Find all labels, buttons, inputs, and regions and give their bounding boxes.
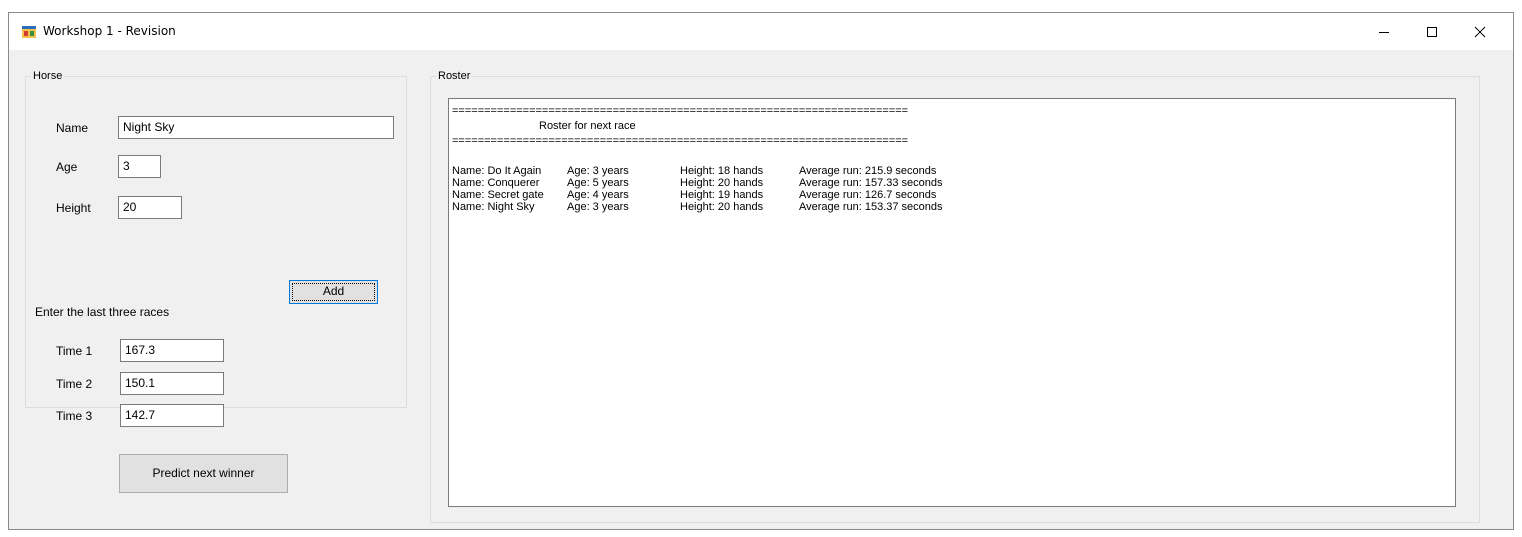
time2-input[interactable]: 150.1 <box>120 372 224 395</box>
add-button[interactable]: Add <box>289 280 378 304</box>
close-button[interactable] <box>1457 13 1503 50</box>
name-label: Name <box>56 121 89 135</box>
client-area: Horse Name Night Sky Age 3 Height 20 Add… <box>9 50 1513 529</box>
name-input[interactable]: Night Sky <box>118 116 394 139</box>
title-bar[interactable]: Workshop 1 - Revision <box>9 13 1513 50</box>
roster-row-name: Name: Secret gate <box>452 189 544 201</box>
roster-row-height: Height: 18 hands <box>680 165 764 177</box>
roster-row-name: Name: Do It Again <box>452 165 542 177</box>
time1-input[interactable]: 167.3 <box>120 339 224 362</box>
roster-row-height: Height: 20 hands <box>680 201 764 213</box>
roster-separator-top: ========================================… <box>452 105 909 117</box>
roster-row-name: Name: Night Sky <box>452 201 535 213</box>
maximize-button[interactable] <box>1409 13 1455 50</box>
roster-separator-bottom: ========================================… <box>452 135 909 147</box>
roster-row-height: Height: 19 hands <box>680 189 764 201</box>
time1-label: Time 1 <box>56 344 93 358</box>
races-label: Enter the last three races <box>35 305 170 319</box>
roster-row-average: Average run: 126.7 seconds <box>799 189 937 201</box>
roster-row-average: Average run: 157.33 seconds <box>799 177 943 189</box>
minimize-icon <box>1379 31 1389 33</box>
roster-heading: Roster for next race <box>539 120 636 132</box>
roster-row-name: Name: Conquerer <box>452 177 540 189</box>
roster-row-average: Average run: 215.9 seconds <box>799 165 937 177</box>
time3-input[interactable]: 142.7 <box>120 404 224 427</box>
time2-label: Time 2 <box>56 377 93 391</box>
age-label: Age <box>56 160 78 174</box>
roster-row-age: Age: 5 years <box>567 177 629 189</box>
roster-row-age: Age: 4 years <box>567 189 629 201</box>
app-icon <box>22 26 36 38</box>
time3-label: Time 3 <box>56 409 93 423</box>
main-window: Workshop 1 - Revision Horse Name Night S… <box>8 12 1514 530</box>
roster-row-age: Age: 3 years <box>567 201 629 213</box>
roster-group-legend: Roster <box>436 69 473 83</box>
horse-groupbox: Horse Name Night Sky Age 3 Height 20 Add… <box>25 69 407 427</box>
horse-group-legend: Horse <box>31 69 65 83</box>
add-button-focus-rect <box>292 283 375 301</box>
roster-output-box[interactable]: ========================================… <box>448 98 1456 507</box>
close-icon <box>1474 26 1486 37</box>
roster-row-age: Age: 3 years <box>567 165 629 177</box>
height-label: Height <box>56 201 91 215</box>
maximize-icon <box>1427 26 1437 37</box>
minimize-button[interactable] <box>1361 13 1407 50</box>
roster-row-height: Height: 20 hands <box>680 177 764 189</box>
predict-next-winner-button[interactable]: Predict next winner <box>119 454 288 493</box>
window-title: Workshop 1 - Revision <box>43 24 176 38</box>
roster-row-average: Average run: 153.37 seconds <box>799 201 943 213</box>
height-input[interactable]: 20 <box>118 196 182 219</box>
age-input[interactable]: 3 <box>118 155 161 178</box>
